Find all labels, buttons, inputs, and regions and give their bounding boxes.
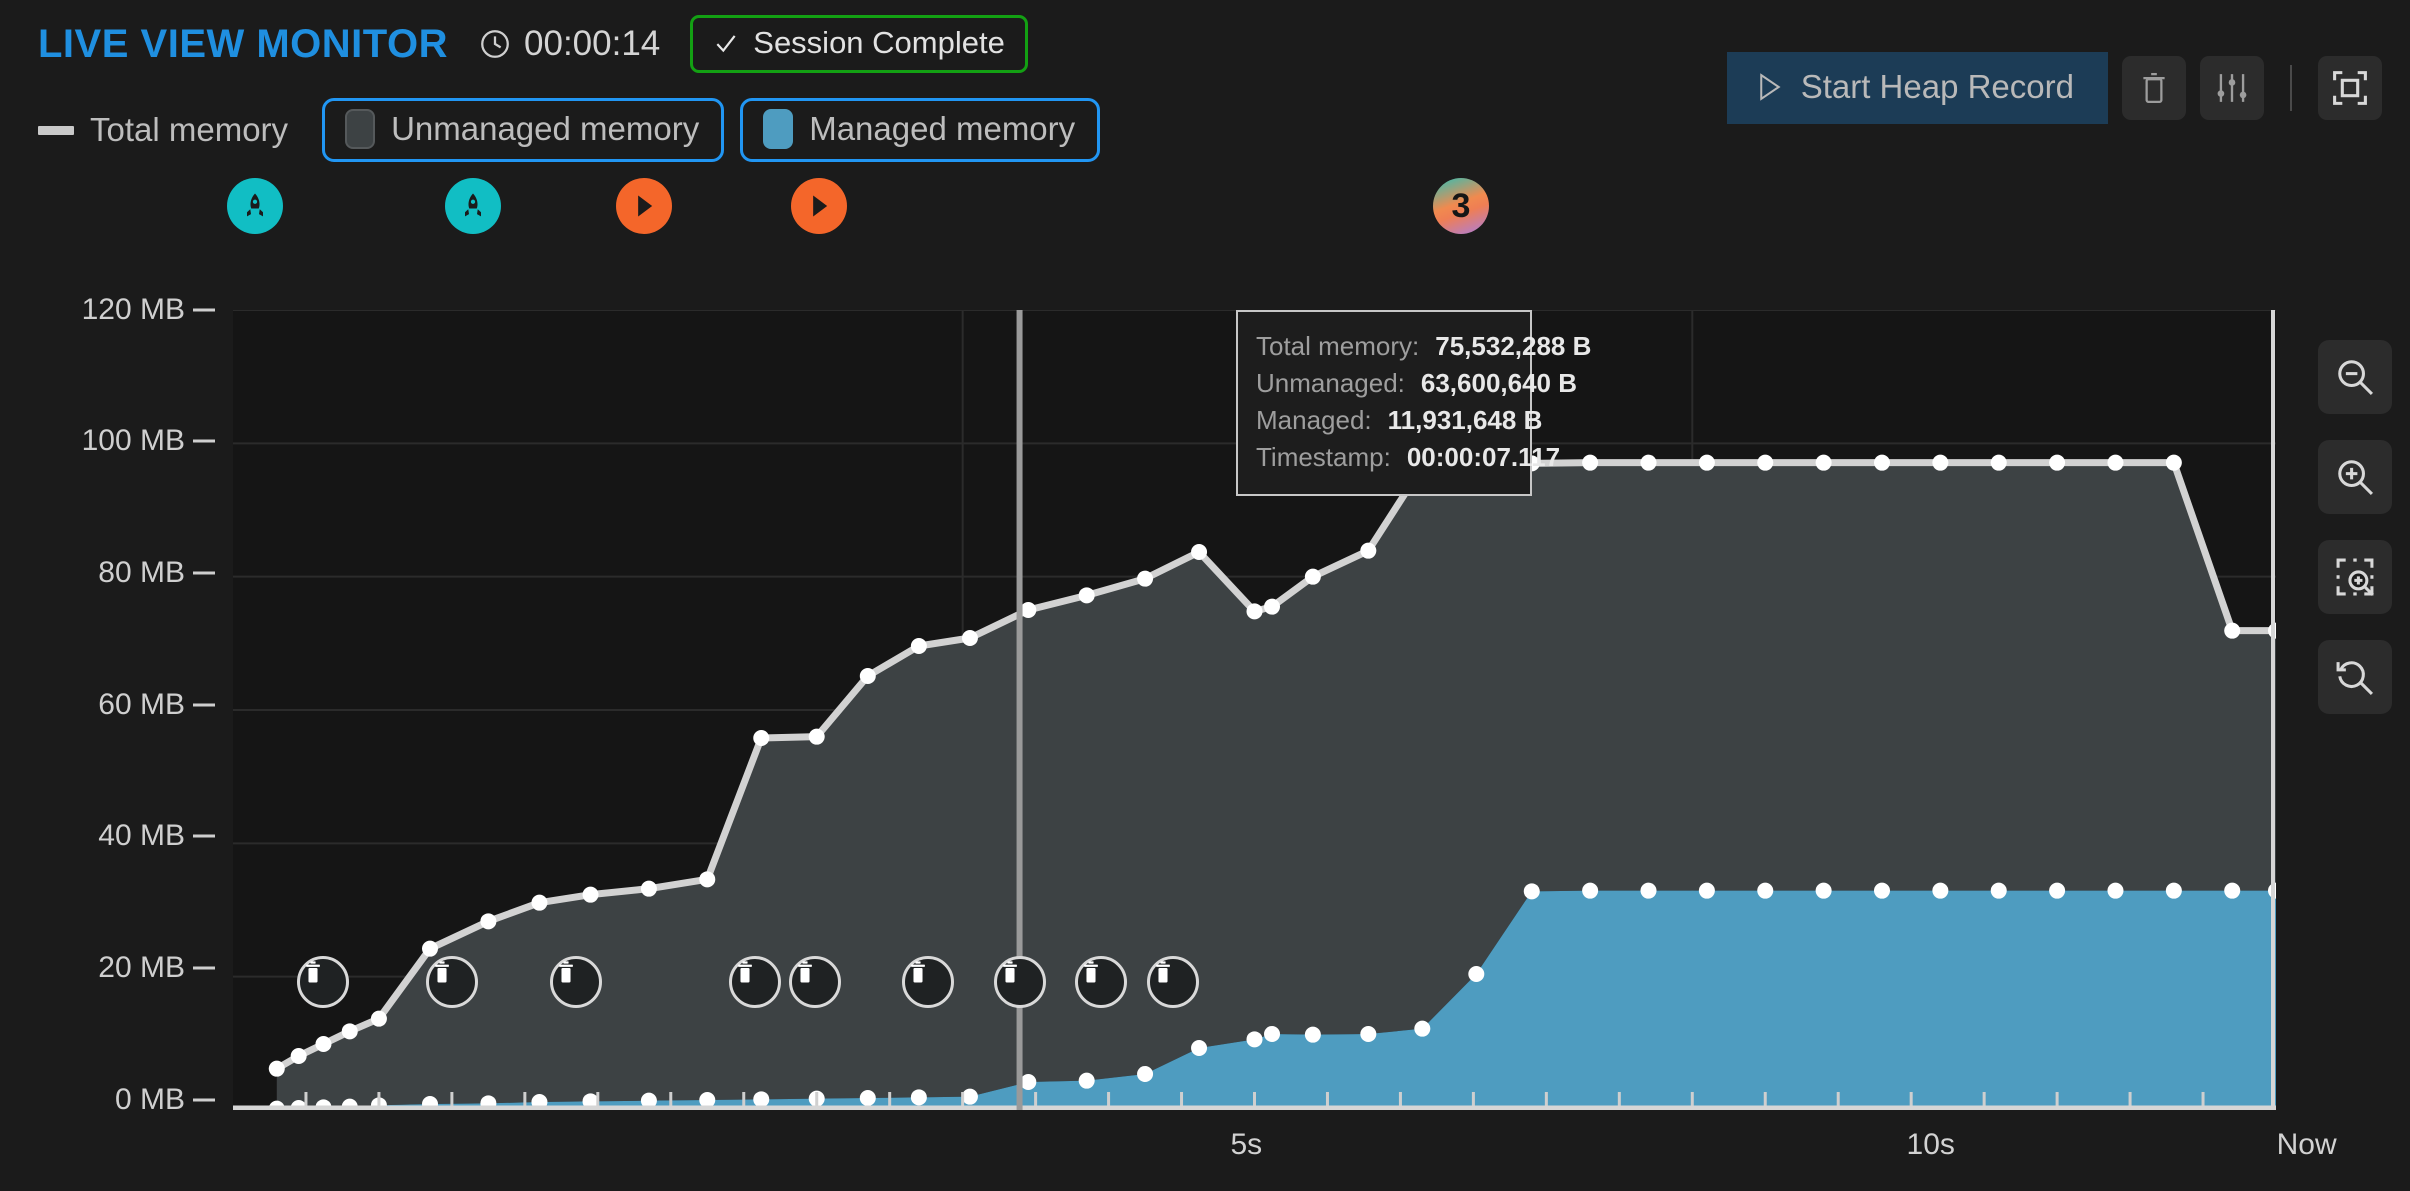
app-launch-marker[interactable] — [227, 178, 283, 234]
event-marker-track: 3 — [0, 178, 2410, 240]
tooltip-value: 00:00:07.117 — [1406, 441, 1561, 472]
y-tick-mark — [193, 834, 215, 838]
legend-label-total: Total memory — [90, 111, 289, 148]
play-triangle-icon — [1757, 72, 1783, 102]
unmanaged-color-swatch — [345, 109, 376, 149]
memory-chart: 120 MB 100 MB 80 MB 60 MB 40 MB 20 MB 0 … — [0, 293, 2410, 1130]
chart-legend: Total memory Unmanaged memory Managed me… — [28, 96, 1101, 164]
zoom-in-button[interactable] — [2318, 440, 2392, 514]
legend-toggle-unmanaged[interactable]: Unmanaged memory — [322, 98, 725, 162]
total-line-swatch — [38, 125, 74, 135]
expand-frame-icon — [2330, 68, 2370, 108]
settings-button[interactable] — [2200, 56, 2264, 120]
legend-label-managed: Managed memory — [809, 110, 1076, 147]
trash-icon — [2137, 69, 2171, 107]
clear-data-button[interactable] — [2122, 56, 2186, 120]
app-launch-marker[interactable] — [445, 178, 501, 234]
sliders-icon — [2214, 70, 2250, 106]
rocket-icon — [458, 191, 488, 221]
legend-label-unmanaged: Unmanaged memory — [391, 110, 700, 147]
garbage-collection-marker[interactable] — [789, 956, 842, 1008]
status-badge-label: Session Complete — [753, 25, 1005, 60]
x-tick-label: 5s — [1230, 1128, 1263, 1161]
garbage-collection-marker[interactable] — [1146, 956, 1199, 1008]
start-heap-record-button[interactable]: Start Heap Record — [1726, 52, 2108, 124]
x-axis: 5s 10s Now — [233, 1128, 2336, 1184]
tooltip-row: Managed: 11,931,648 B — [1256, 402, 1542, 439]
y-tick-mark — [193, 1098, 215, 1102]
status-badge: Session Complete — [690, 15, 1028, 73]
live-view-monitor-window: LIVE VIEW MONITOR 00:00:14 Session Compl… — [0, 0, 2410, 1191]
chart-zoom-toolbar — [2318, 340, 2392, 714]
clock-icon — [478, 27, 512, 61]
x-tick-label: Now — [2276, 1128, 2337, 1161]
y-tick-mark — [193, 966, 215, 970]
tooltip-key: Total memory: — [1256, 331, 1420, 361]
y-tick-mark — [193, 308, 215, 312]
tooltip-key: Managed: — [1256, 404, 1372, 435]
data-point-tooltip: Total memory: 75,532,288 B Unmanaged: 63… — [1236, 310, 1591, 496]
zoom-out-button[interactable] — [2318, 340, 2392, 414]
y-axis: 120 MB 100 MB 80 MB 60 MB 40 MB 20 MB 0 … — [0, 293, 215, 1116]
y-tick-label: 0 MB — [114, 1083, 185, 1116]
garbage-collection-marker[interactable] — [425, 956, 478, 1008]
garbage-collection-marker[interactable] — [901, 956, 954, 1008]
legend-toggle-managed[interactable]: Managed memory — [740, 98, 1101, 162]
legend-item-total: Total memory — [28, 111, 306, 149]
magnifier-plus-icon — [2333, 455, 2377, 499]
tooltip-value: 63,600,640 B — [1420, 367, 1578, 398]
app-run-marker[interactable] — [605, 178, 672, 234]
selection-zoom-icon — [2333, 555, 2377, 599]
y-tick-mark — [193, 703, 215, 707]
y-tick-label: 80 MB — [98, 556, 185, 589]
play-icon — [806, 192, 832, 220]
check-icon — [713, 30, 739, 56]
y-tick-mark — [193, 439, 215, 443]
garbage-collection-marker[interactable] — [549, 956, 602, 1008]
app-run-marker[interactable] — [780, 178, 847, 234]
y-tick-label: 20 MB — [98, 951, 185, 984]
event-count-label: 3 — [1451, 187, 1471, 225]
y-tick-mark — [193, 571, 215, 575]
reset-zoom-button[interactable] — [2318, 640, 2392, 714]
garbage-collection-marker[interactable] — [297, 956, 350, 1008]
y-tick-label: 100 MB — [81, 424, 185, 457]
tooltip-key: Timestamp: — [1256, 441, 1391, 472]
tooltip-value: 75,532,288 B — [1435, 331, 1592, 361]
garbage-collection-marker[interactable] — [1075, 956, 1128, 1008]
page-title: LIVE VIEW MONITOR — [38, 21, 449, 66]
plot-area[interactable]: Total memory: 75,532,288 B Unmanaged: 63… — [233, 310, 2276, 1110]
garbage-collection-marker[interactable] — [993, 956, 1046, 1008]
y-tick-label: 40 MB — [98, 819, 185, 852]
rocket-icon — [240, 191, 270, 221]
header-toolbar: Start Heap Record — [1726, 52, 2382, 124]
y-tick-label: 120 MB — [81, 293, 185, 326]
toolbar-divider — [2290, 65, 2292, 111]
tooltip-row: Unmanaged: 63,600,640 B — [1256, 365, 1577, 402]
event-count-marker[interactable]: 3 — [1433, 178, 1489, 234]
session-timer: 00:00:14 — [478, 24, 660, 64]
tooltip-key: Unmanaged: — [1256, 367, 1405, 398]
tooltip-row: Total memory: 75,532,288 B — [1256, 328, 1591, 365]
expand-panel-button[interactable] — [2318, 56, 2382, 120]
play-icon — [631, 192, 657, 220]
zoom-to-selection-button[interactable] — [2318, 540, 2392, 614]
managed-color-swatch — [763, 109, 794, 149]
x-tick-label: 10s — [1906, 1128, 1955, 1161]
magnifier-minus-icon — [2333, 355, 2377, 399]
timer-value: 00:00:14 — [524, 24, 661, 63]
start-heap-record-label: Start Heap Record — [1800, 68, 2074, 105]
tooltip-row: Timestamp: 00:00:07.117 — [1256, 439, 1560, 476]
garbage-collection-marker[interactable] — [729, 956, 782, 1008]
y-tick-label: 60 MB — [98, 688, 185, 721]
magnifier-reset-icon — [2333, 655, 2377, 699]
tooltip-value: 11,931,648 B — [1387, 404, 1543, 435]
